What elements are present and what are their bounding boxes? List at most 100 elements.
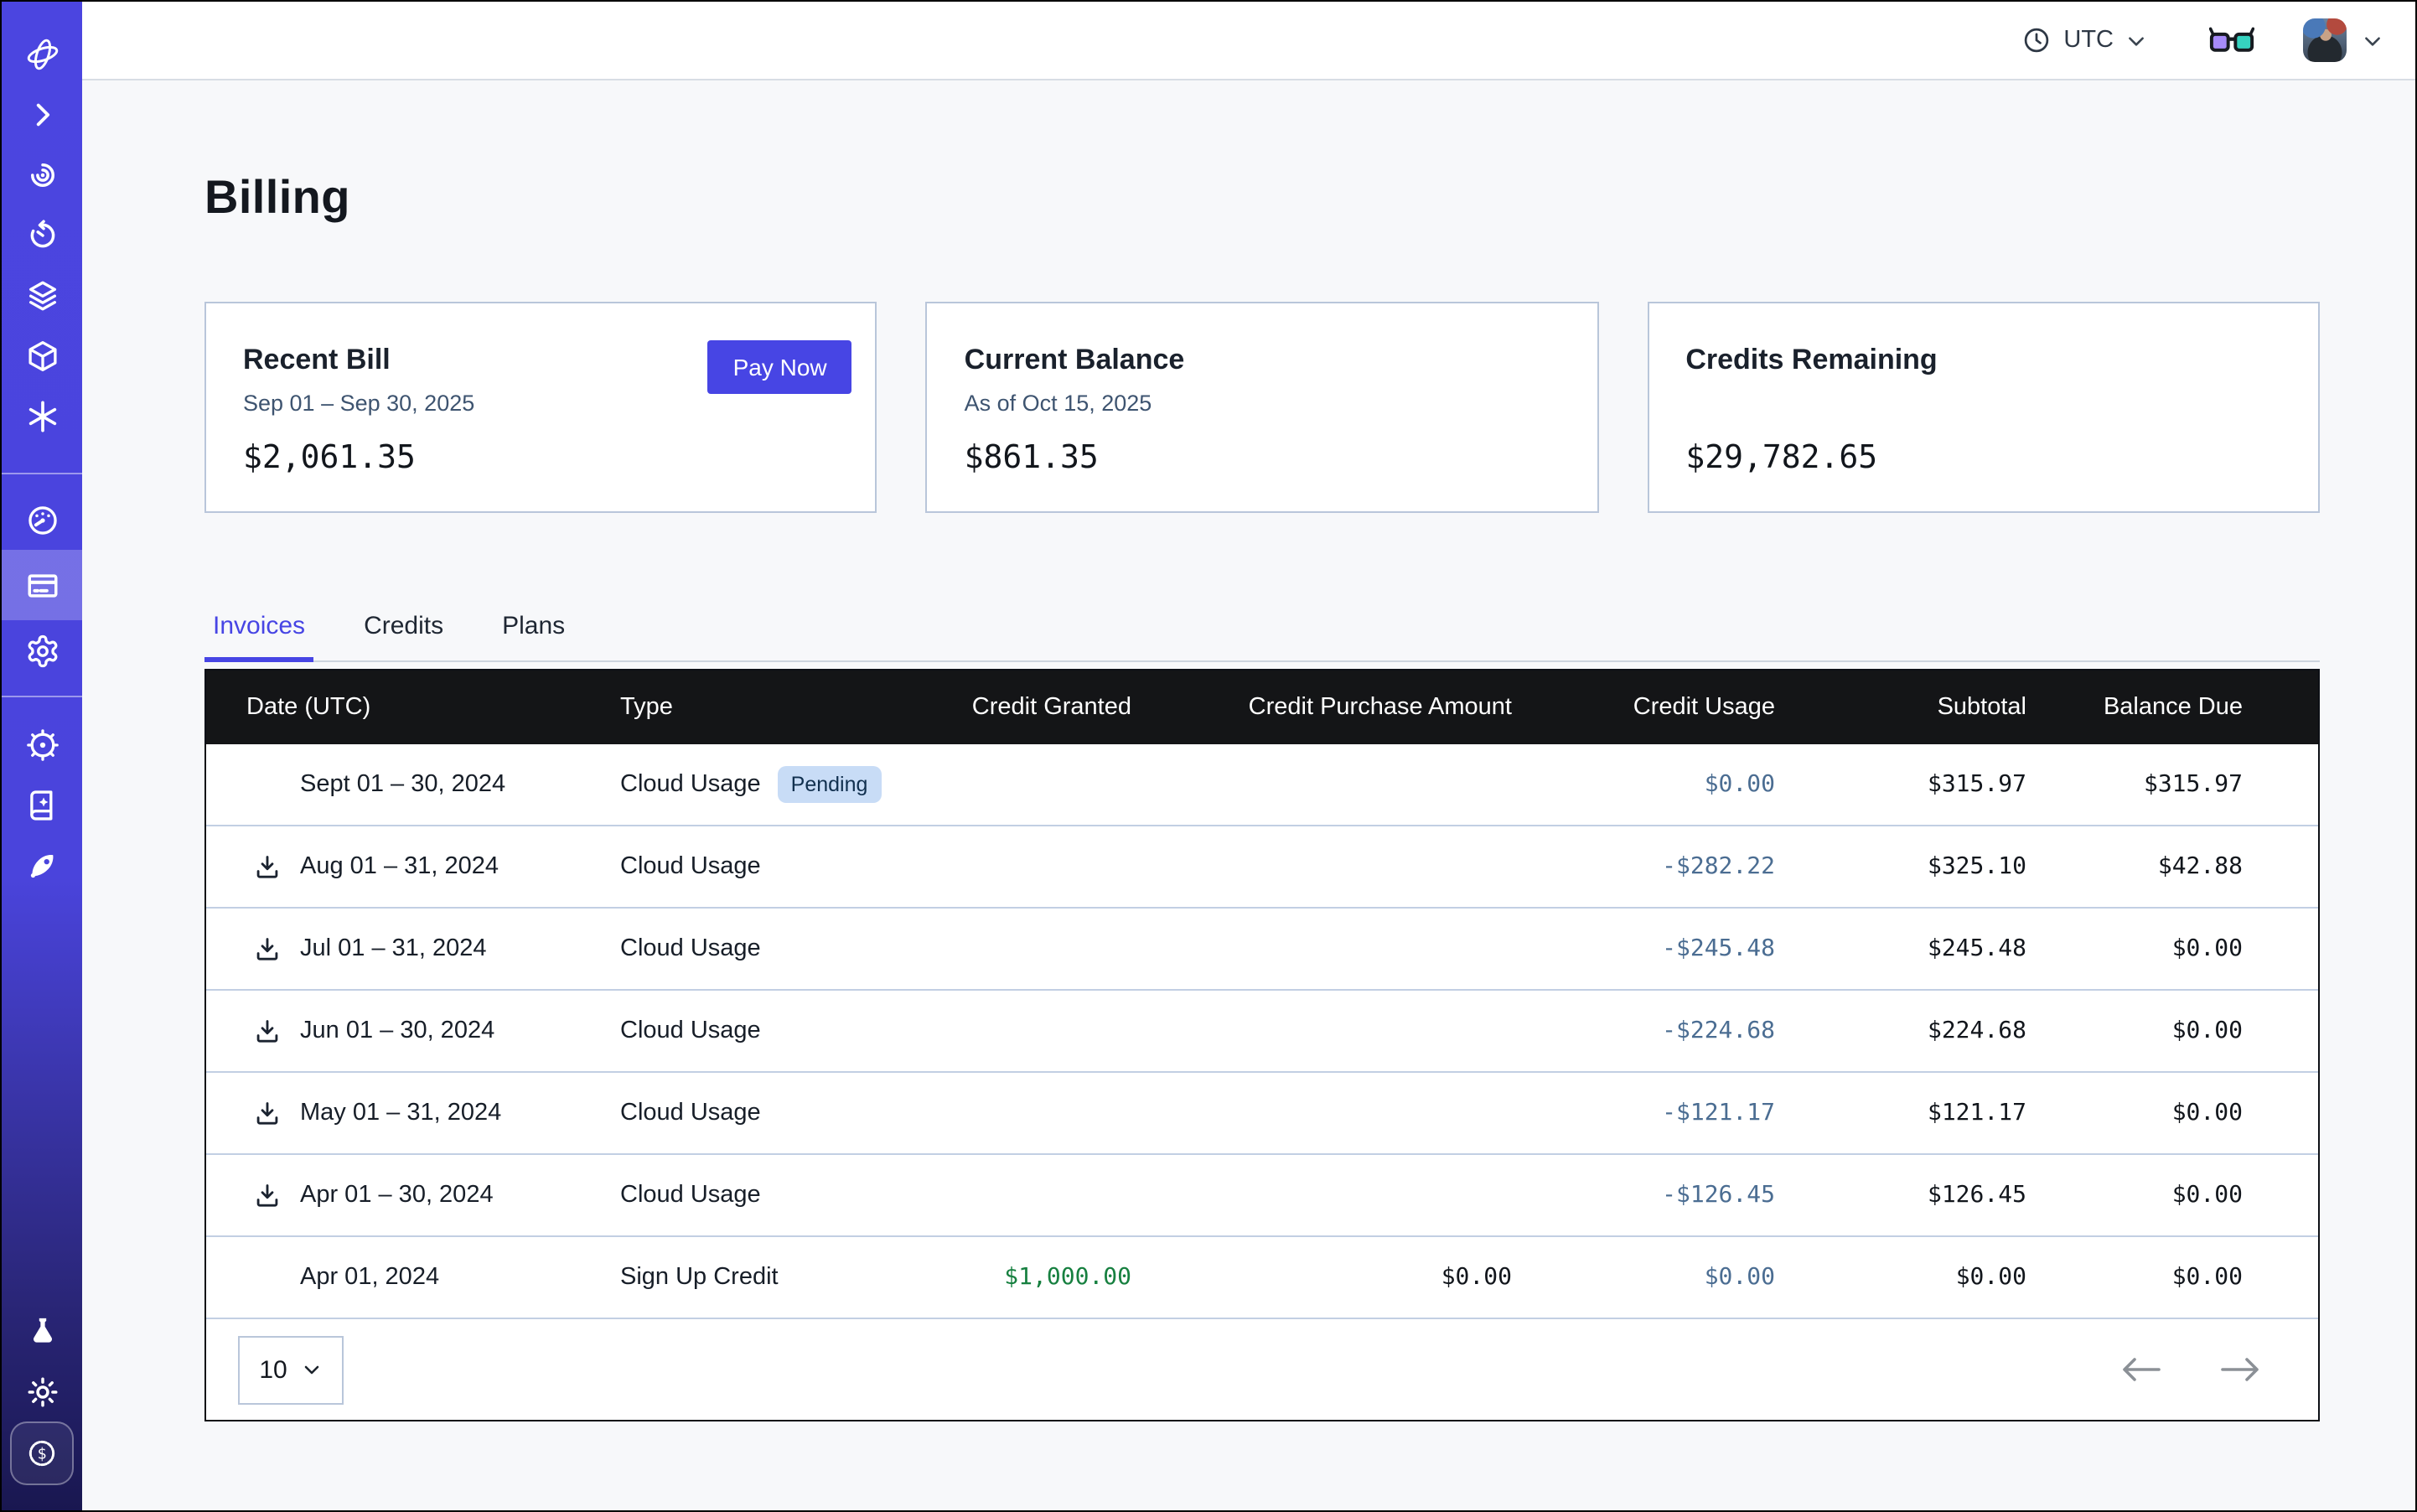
card-subtitle: Sep 01 – Sep 30, 2025 [243,391,839,417]
expand-sidebar-chevron-icon[interactable] [2,84,82,144]
download-invoice-button[interactable] [253,1017,282,1045]
table-header: Date (UTC) Type Credit Granted Credit Pu… [206,671,2318,744]
topbar: UTC [82,2,2415,80]
card-subtitle [1685,391,2281,417]
recent-bill-card: Recent Bill Sep 01 – Sep 30, 2025 $2,061… [204,302,877,513]
invoice-type: Cloud Usage [620,853,761,880]
invoices-table: Date (UTC) Type Credit Granted Credit Pu… [204,669,2320,1421]
invoice-type: Cloud Usage [620,935,761,962]
page-size-select[interactable]: 10 [238,1335,344,1404]
sidebar-item-docs-book-icon[interactable] [2,774,82,835]
table-row: Jun 01 – 30, 2024 Cloud Usage -$224.68 $… [206,991,2318,1073]
credit-usage-value: -$126.45 [1512,1182,1775,1209]
tab-invoices[interactable]: Invoices [204,612,313,662]
card-title: Current Balance [965,344,1560,377]
table-row: May 01 – 31, 2024 Cloud Usage -$121.17 $… [206,1073,2318,1155]
asterisk-icon[interactable] [2,386,82,446]
balance-due-value: $315.97 [2026,771,2243,798]
subtotal-value: $121.17 [1775,1100,2026,1126]
billing-app: $ UTC [0,0,2417,1512]
balance-due-value: $42.88 [2026,853,2243,880]
col-date: Date (UTC) [206,694,620,721]
history-timer-icon[interactable] [2,205,82,265]
invoice-date: Sept 01 – 30, 2024 [300,771,505,798]
balance-due-value: $0.00 [2026,1264,2243,1291]
theme-sun-icon[interactable] [2,1361,82,1421]
invoice-date: Jul 01 – 31, 2024 [300,935,487,962]
table-row: Apr 01 – 30, 2024 Cloud Usage -$126.45 $… [206,1155,2318,1237]
invoice-type: Cloud Usage [620,1100,761,1126]
credit-usage-value: $0.00 [1512,1264,1775,1291]
status-badge: Pending [778,766,882,803]
package-cube-icon[interactable] [2,325,82,386]
sidebar-item-quickstart-rocket-icon[interactable] [2,835,82,895]
credit-usage-value: -$282.22 [1512,853,1775,880]
user-avatar[interactable] [2303,18,2347,62]
col-type: Type [620,694,888,721]
download-invoice-button[interactable] [253,1099,282,1127]
table-row: Aug 01 – 31, 2024 Cloud Usage -$282.22 $… [206,826,2318,909]
invoice-date: May 01 – 31, 2024 [300,1100,501,1126]
sidebar: $ [2,2,82,1510]
credits-coin-button[interactable]: $ [10,1421,74,1485]
credit-usage-value: -$245.48 [1512,935,1775,962]
invoice-date: Apr 01, 2024 [300,1264,439,1291]
subtotal-value: $245.48 [1775,935,2026,962]
credit-granted-value: $1,000.00 [888,1264,1131,1291]
card-subtitle: As of Oct 15, 2025 [965,391,1560,417]
invoice-type: Cloud Usage [620,1017,761,1044]
sidebar-item-usage-gauge-icon[interactable] [2,489,82,550]
download-invoice-button[interactable] [253,1181,282,1209]
main-content: Billing Recent Bill Sep 01 – Sep 30, 202… [82,82,2415,1510]
subtotal-value: $325.10 [1775,853,2026,880]
col-credit-granted: Credit Granted [888,694,1131,721]
download-invoice-button[interactable] [253,852,282,881]
next-page-button[interactable] [2219,1356,2261,1383]
page-title: Billing [204,171,2320,225]
table-row: Sept 01 – 30, 2024 Cloud Usage Pending $… [206,744,2318,826]
sidebar-item-support-helm-icon[interactable] [2,714,82,774]
download-invoice-button[interactable] [253,935,282,963]
tab-credits[interactable]: Credits [355,612,452,662]
table-row: Jul 01 – 31, 2024 Cloud Usage -$245.48 $… [206,909,2318,991]
col-credit-purchase: Credit Purchase Amount [1131,694,1512,721]
credits-remaining-amount: $29,782.65 [1685,439,2281,476]
table-footer: 10 [206,1319,2318,1420]
recent-bill-amount: $2,061.35 [243,439,839,476]
clock-icon [2021,25,2052,55]
layers-icon[interactable] [2,265,82,325]
invoice-date: Aug 01 – 31, 2024 [300,853,499,880]
timezone-selector[interactable]: UTC [2021,25,2147,55]
balance-due-value: $0.00 [2026,1100,2243,1126]
sidebar-item-billing-card-icon[interactable] [2,550,82,620]
invoice-type: Cloud Usage [620,1182,761,1209]
timezone-label: UTC [2063,27,2114,54]
svg-text:$: $ [37,1446,46,1463]
chevron-down-icon [2125,29,2147,51]
credit-purchase-value: $0.00 [1131,1264,1512,1291]
sidebar-divider [2,473,82,474]
subtotal-value: $0.00 [1775,1264,2026,1291]
previous-page-button[interactable] [2120,1356,2162,1383]
billing-tabs: Invoices Credits Plans [204,612,2320,662]
balance-due-value: $0.00 [2026,1182,2243,1209]
balance-due-value: $0.00 [2026,1017,2243,1044]
user-menu-chevron-icon[interactable] [2362,29,2383,51]
col-credit-usage: Credit Usage [1512,694,1775,721]
table-row: Apr 01, 2024 Sign Up Credit $1,000.00 $0… [206,1237,2318,1319]
labs-flask-icon[interactable] [2,1301,82,1361]
summary-cards: Recent Bill Sep 01 – Sep 30, 2025 $2,061… [204,302,2320,513]
invoice-date: Jun 01 – 30, 2024 [300,1017,494,1044]
invoice-type: Sign Up Credit [620,1264,779,1291]
sidebar-item-settings-gear-icon[interactable] [2,620,82,681]
credit-usage-value: -$224.68 [1512,1017,1775,1044]
page-size-value: 10 [259,1355,287,1384]
card-title: Credits Remaining [1685,344,2281,377]
chevron-down-icon [303,1359,323,1380]
tab-plans[interactable]: Plans [494,612,573,662]
logo-orbit-icon[interactable] [2,23,82,84]
insights-spiral-icon[interactable] [2,144,82,205]
subtotal-value: $224.68 [1775,1017,2026,1044]
glasses-icon[interactable] [2209,24,2254,56]
pay-now-button[interactable]: Pay Now [708,340,852,394]
